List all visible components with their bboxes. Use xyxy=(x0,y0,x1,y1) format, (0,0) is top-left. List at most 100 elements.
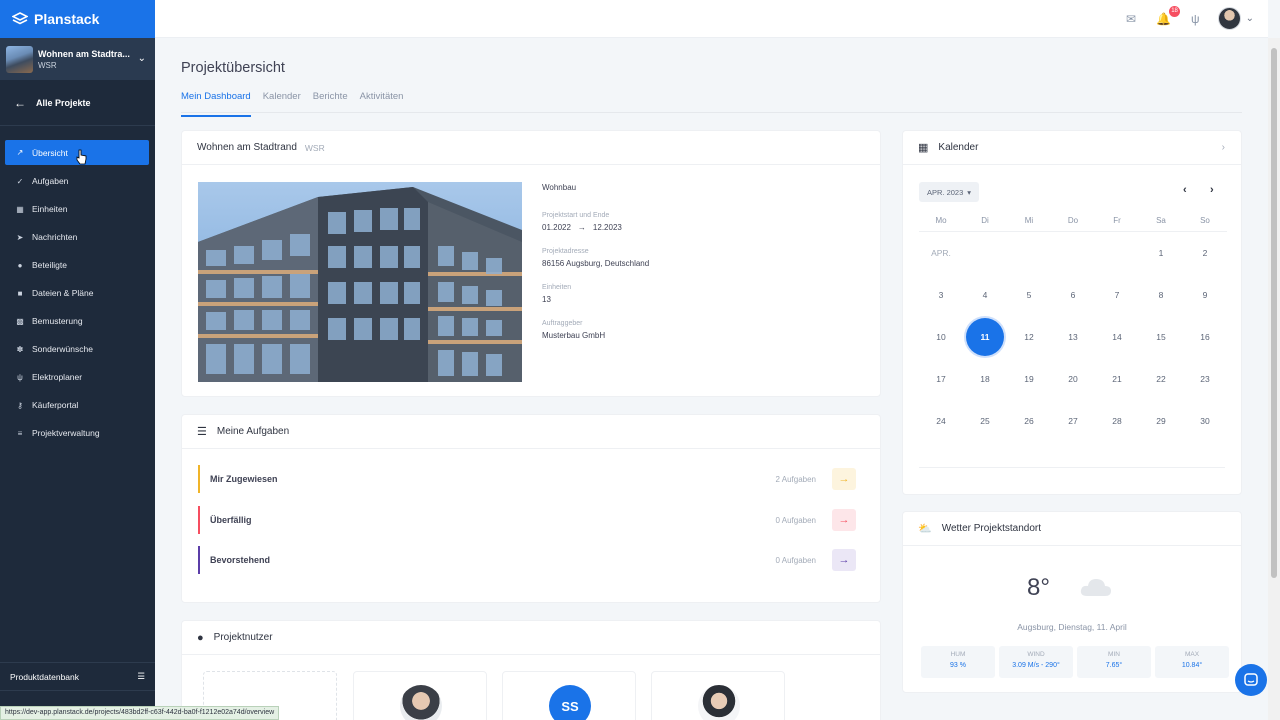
sidebar-item-projektverwaltung[interactable]: ≡ Projektverwaltung xyxy=(0,419,150,447)
plug-icon[interactable]: ψ xyxy=(1191,12,1200,26)
arrow-left-icon: ← xyxy=(14,95,26,110)
calendar-day[interactable]: 18 xyxy=(963,374,1007,384)
calendar-day[interactable]: 12 xyxy=(1007,332,1051,342)
tasks-card-header: ☰ Meine Aufgaben xyxy=(182,415,880,449)
page-scrollbar[interactable] xyxy=(1268,38,1280,720)
sidebar-item-aufgaben[interactable]: ✓ Aufgaben xyxy=(0,167,150,195)
hand-cursor-icon xyxy=(76,149,87,165)
all-projects-link[interactable]: ← Alle Projekte xyxy=(0,80,155,126)
project-switcher-code: WSR xyxy=(38,60,57,70)
scrollbar-thumb[interactable] xyxy=(1271,48,1277,578)
project-type: Wohnbau xyxy=(542,183,577,192)
calendar-day[interactable]: 8 xyxy=(1139,290,1183,300)
calendar-day[interactable]: 17 xyxy=(919,374,963,384)
sidebar-item-label: Übersicht xyxy=(32,147,68,158)
month-select[interactable]: APR. 2023 ▾ xyxy=(919,182,980,202)
calendar-day[interactable]: 23 xyxy=(1183,374,1227,384)
mail-icon[interactable]: ✉ xyxy=(1126,12,1136,26)
weekday: Di xyxy=(981,216,989,225)
calendar-day[interactable]: 16 xyxy=(1183,332,1227,342)
sidebar-item-label: Sonderwünsche xyxy=(32,344,93,354)
notification-badge: 18 xyxy=(1169,5,1181,17)
database-icon: ☰ xyxy=(137,671,145,681)
project-image xyxy=(198,182,522,382)
tab-aktivitaeten[interactable]: Aktivitäten xyxy=(360,91,404,112)
sidebar-item-nachrichten[interactable]: ➤ Nachrichten xyxy=(0,223,150,251)
calendar-day[interactable]: 28 xyxy=(1095,416,1139,426)
sidebar-item-einheiten[interactable]: ▦ Einheiten xyxy=(0,195,150,223)
calendar-day[interactable]: 4 xyxy=(963,290,1007,300)
avatar xyxy=(698,685,740,720)
calendar-icon: ▦ xyxy=(918,142,929,154)
avatar xyxy=(1217,7,1241,30)
user-tile[interactable] xyxy=(353,671,487,720)
calendar-day-today[interactable]: 11 xyxy=(963,318,1007,356)
calendar-day[interactable]: 29 xyxy=(1139,416,1183,426)
calendar-day[interactable]: 5 xyxy=(1007,290,1051,300)
calendar-day[interactable]: 7 xyxy=(1095,290,1139,300)
calendar-day[interactable]: 3 xyxy=(919,290,963,300)
client-label: Auftraggeber xyxy=(542,320,583,327)
calendar-day[interactable]: 14 xyxy=(1095,332,1139,342)
product-database-link[interactable]: Produktdatenbank ☰ xyxy=(0,662,155,690)
sidebar-item-label: Bemusterung xyxy=(32,316,83,326)
task-name: Mir Zugewiesen xyxy=(210,474,278,484)
calendar-day[interactable]: 27 xyxy=(1051,416,1095,426)
bell-icon[interactable]: 🔔 18 xyxy=(1156,5,1181,26)
arrow-right-icon[interactable]: → xyxy=(832,468,856,490)
chevron-down-icon[interactable]: ⌄ xyxy=(138,53,146,64)
sidebar-item-bemusterung[interactable]: ▩ Bemusterung xyxy=(0,307,150,335)
user-tile[interactable]: SS xyxy=(502,671,636,720)
chat-button[interactable] xyxy=(1235,664,1267,696)
calendar-day[interactable]: 19 xyxy=(1007,374,1051,384)
calendar-day[interactable]: 2 xyxy=(1183,248,1227,258)
project-switcher[interactable]: Wohnen am Stadtra... WSR ⌄ xyxy=(0,38,155,80)
sidebar-item-beteiligte[interactable]: ● Beteiligte xyxy=(0,251,150,279)
tab-kalender[interactable]: Kalender xyxy=(263,91,301,112)
plug-icon: ψ xyxy=(17,372,23,382)
sidebar-item-kaeuferportal[interactable]: ⚷ Käuferportal xyxy=(0,391,150,419)
calendar-day[interactable]: 15 xyxy=(1139,332,1183,342)
brand-logo[interactable]: Planstack xyxy=(0,0,155,38)
calendar-day[interactable]: 24 xyxy=(919,416,963,426)
chevron-right-icon[interactable]: › xyxy=(1222,142,1225,153)
weather-title: Wetter Projektstandort xyxy=(941,523,1042,534)
task-count: 0 Aufgaben xyxy=(775,515,816,525)
calendar-day[interactable]: 21 xyxy=(1095,374,1139,384)
topbar-actions: ✉ 🔔 18 ψ ⌄ xyxy=(1106,5,1254,30)
calendar-card: ▦ Kalender › APR. 2023 ▾ ‹ › Mo Di Mi Do… xyxy=(902,130,1242,495)
calendar-day[interactable]: 26 xyxy=(1007,416,1051,426)
task-row-upcoming[interactable]: Bevorstehend 0 Aufgaben → xyxy=(198,546,856,574)
sidebar-item-dateien[interactable]: ■ Dateien & Pläne xyxy=(0,279,150,307)
chevron-right-icon[interactable]: › xyxy=(1210,184,1214,196)
calendar-week: 3 4 5 6 7 8 9 xyxy=(919,274,1227,316)
sidebar-item-sonderwuensche[interactable]: ✽ Sonderwünsche xyxy=(0,335,150,363)
user-tile[interactable] xyxy=(651,671,785,720)
calendar-day[interactable]: 6 xyxy=(1051,290,1095,300)
all-projects-label: Alle Projekte xyxy=(36,97,91,108)
calendar-week: 17 18 19 20 21 22 23 xyxy=(919,358,1227,400)
calendar-day[interactable]: 13 xyxy=(1051,332,1095,342)
chart-line-icon: ↗ xyxy=(16,148,24,157)
tasks-card: ☰ Meine Aufgaben Mir Zugewiesen 2 Aufgab… xyxy=(181,414,881,603)
calendar-day[interactable]: 22 xyxy=(1139,374,1183,384)
sidebar-item-elektroplaner[interactable]: ψ Elektroplaner xyxy=(0,363,150,391)
calendar-day[interactable]: 20 xyxy=(1051,374,1095,384)
calendar-day[interactable]: 9 xyxy=(1183,290,1227,300)
calendar-day[interactable]: 25 xyxy=(963,416,1007,426)
chevron-left-icon[interactable]: ‹ xyxy=(1183,184,1187,196)
star-icon: ✽ xyxy=(16,344,24,354)
task-row-assigned[interactable]: Mir Zugewiesen 2 Aufgaben → xyxy=(198,465,856,493)
user-menu[interactable]: ⌄ xyxy=(1217,7,1254,30)
tab-berichte[interactable]: Berichte xyxy=(313,91,348,112)
calendar-day[interactable]: 1 xyxy=(1139,248,1183,258)
task-row-overdue[interactable]: Überfällig 0 Aufgaben → xyxy=(198,506,856,534)
arrow-right-icon[interactable]: → xyxy=(832,509,856,531)
weekday: Sa xyxy=(1156,216,1166,225)
calendar-day[interactable]: 10 xyxy=(919,332,963,342)
calendar-day[interactable]: 30 xyxy=(1183,416,1227,426)
project-users-card: ● Projektnutzer SS xyxy=(181,620,881,720)
stat-value: 93 % xyxy=(950,662,966,669)
tab-mein-dashboard[interactable]: Mein Dashboard xyxy=(181,91,251,117)
arrow-right-icon[interactable]: → xyxy=(832,549,856,571)
